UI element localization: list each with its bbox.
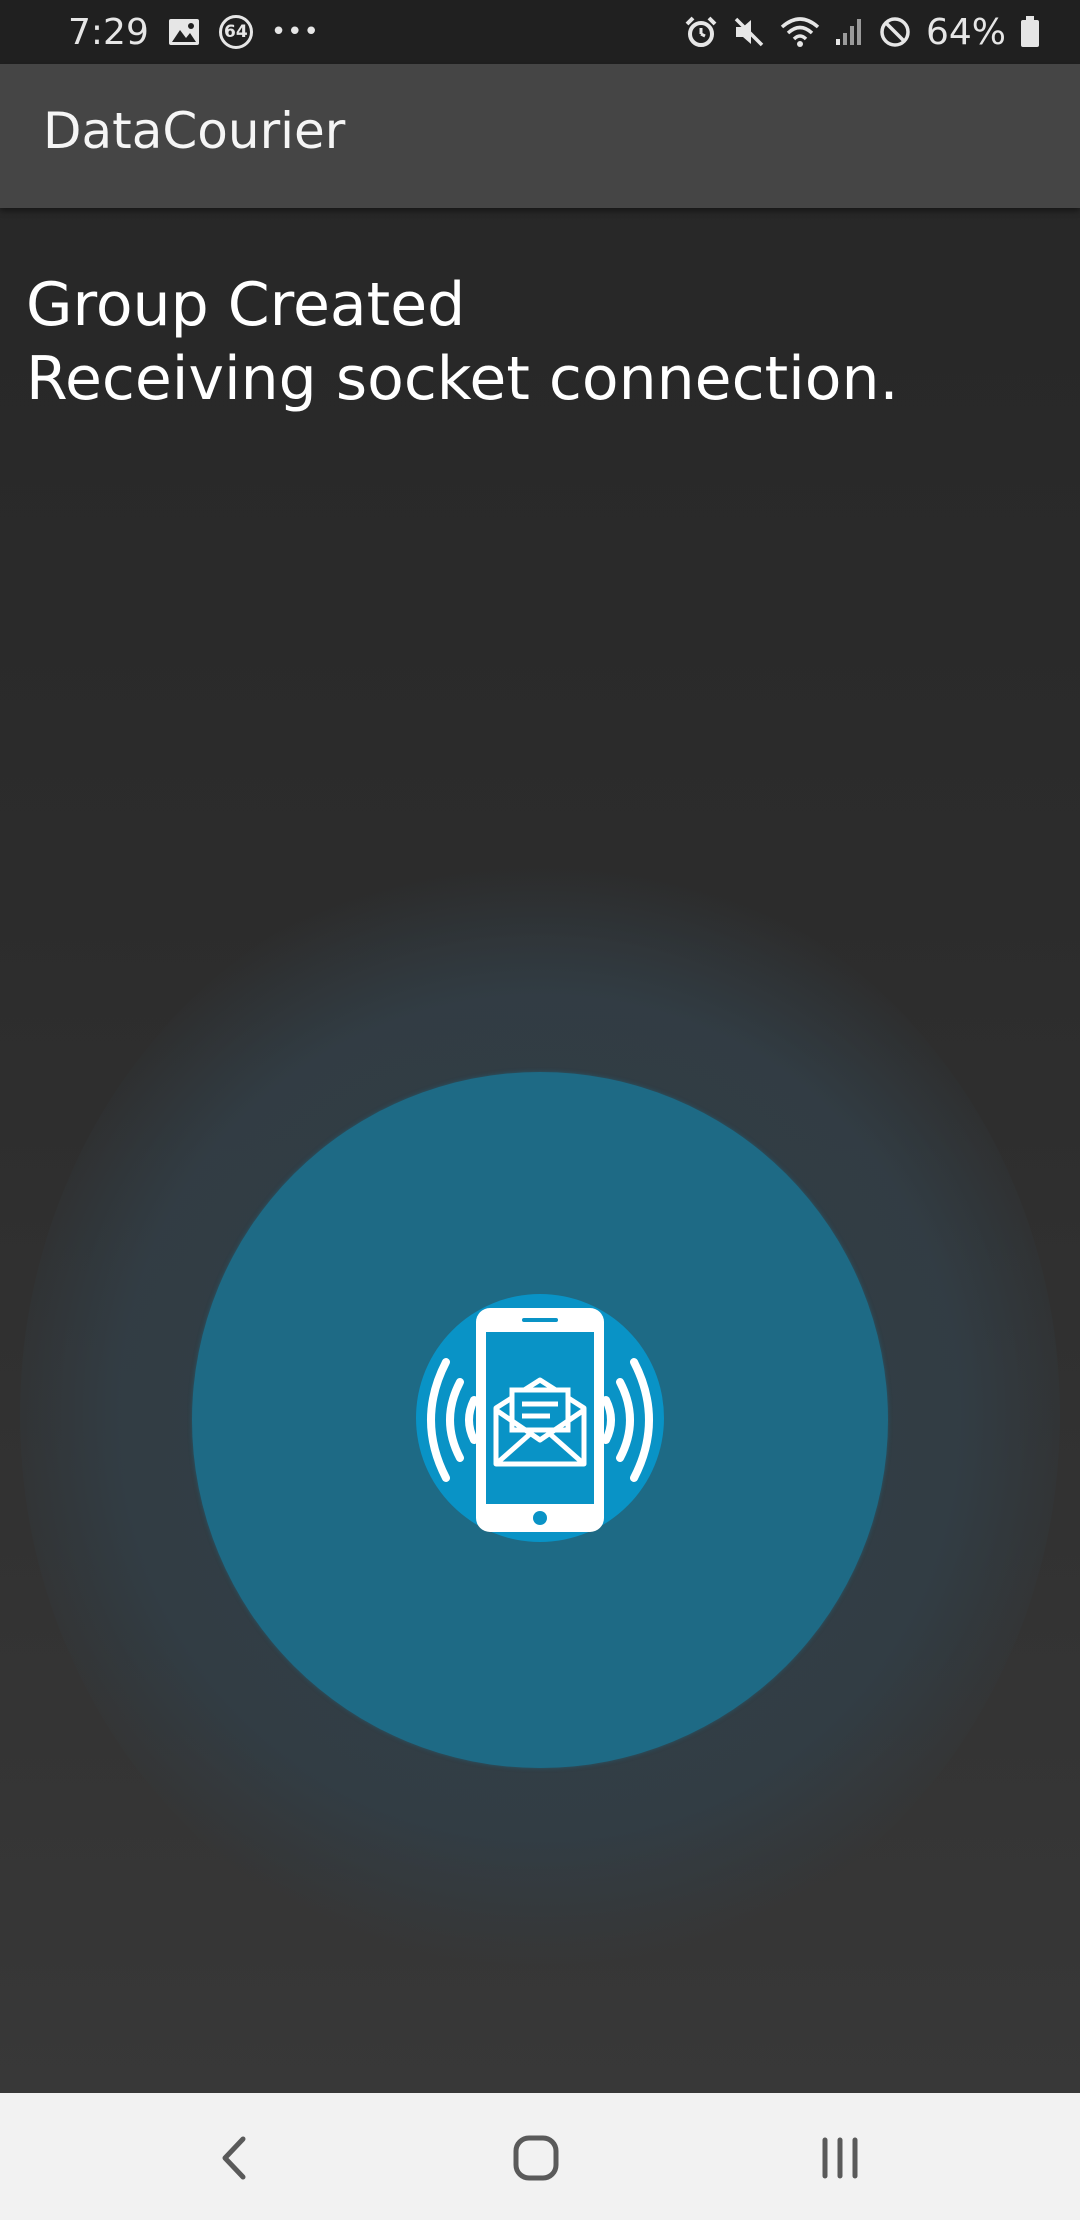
mute-icon	[732, 15, 766, 49]
status-time: 7:29	[68, 11, 149, 53]
home-button[interactable]	[496, 2123, 576, 2193]
do-not-disturb-icon	[878, 15, 912, 49]
navigation-bar	[0, 2093, 1080, 2220]
phone-receiving-mail-icon	[400, 1300, 680, 1540]
home-icon	[513, 2135, 559, 2181]
recent-apps-icon	[822, 2137, 858, 2179]
signal-icon	[834, 15, 864, 49]
status-message-line1: Group Created	[26, 270, 466, 340]
status-bar: 7:29 64 ••• 64%	[0, 0, 1080, 64]
notification-count-badge: 64	[218, 15, 253, 49]
wifi-icon	[780, 15, 820, 49]
recent-apps-button[interactable]	[800, 2123, 880, 2193]
back-button[interactable]	[195, 2123, 275, 2193]
battery-percent: 64%	[925, 11, 1006, 53]
app-title: DataCourier	[43, 102, 346, 160]
battery-icon	[1020, 15, 1040, 49]
back-icon	[222, 2136, 246, 2180]
status-bar-left: 7:29 64 •••	[68, 8, 320, 56]
app-bar: DataCourier	[0, 64, 1080, 208]
alarm-icon	[684, 15, 718, 49]
gallery-icon	[167, 17, 201, 47]
status-message-line2: Receiving socket connection.	[26, 344, 899, 414]
status-bar-right: 64%	[684, 8, 1040, 56]
status-message: Group Created Receiving socket connectio…	[26, 268, 899, 416]
more-notifications-icon: •••	[270, 17, 320, 47]
screen: 7:29 64 ••• 64% DataCourier Group Create…	[0, 0, 1080, 2220]
